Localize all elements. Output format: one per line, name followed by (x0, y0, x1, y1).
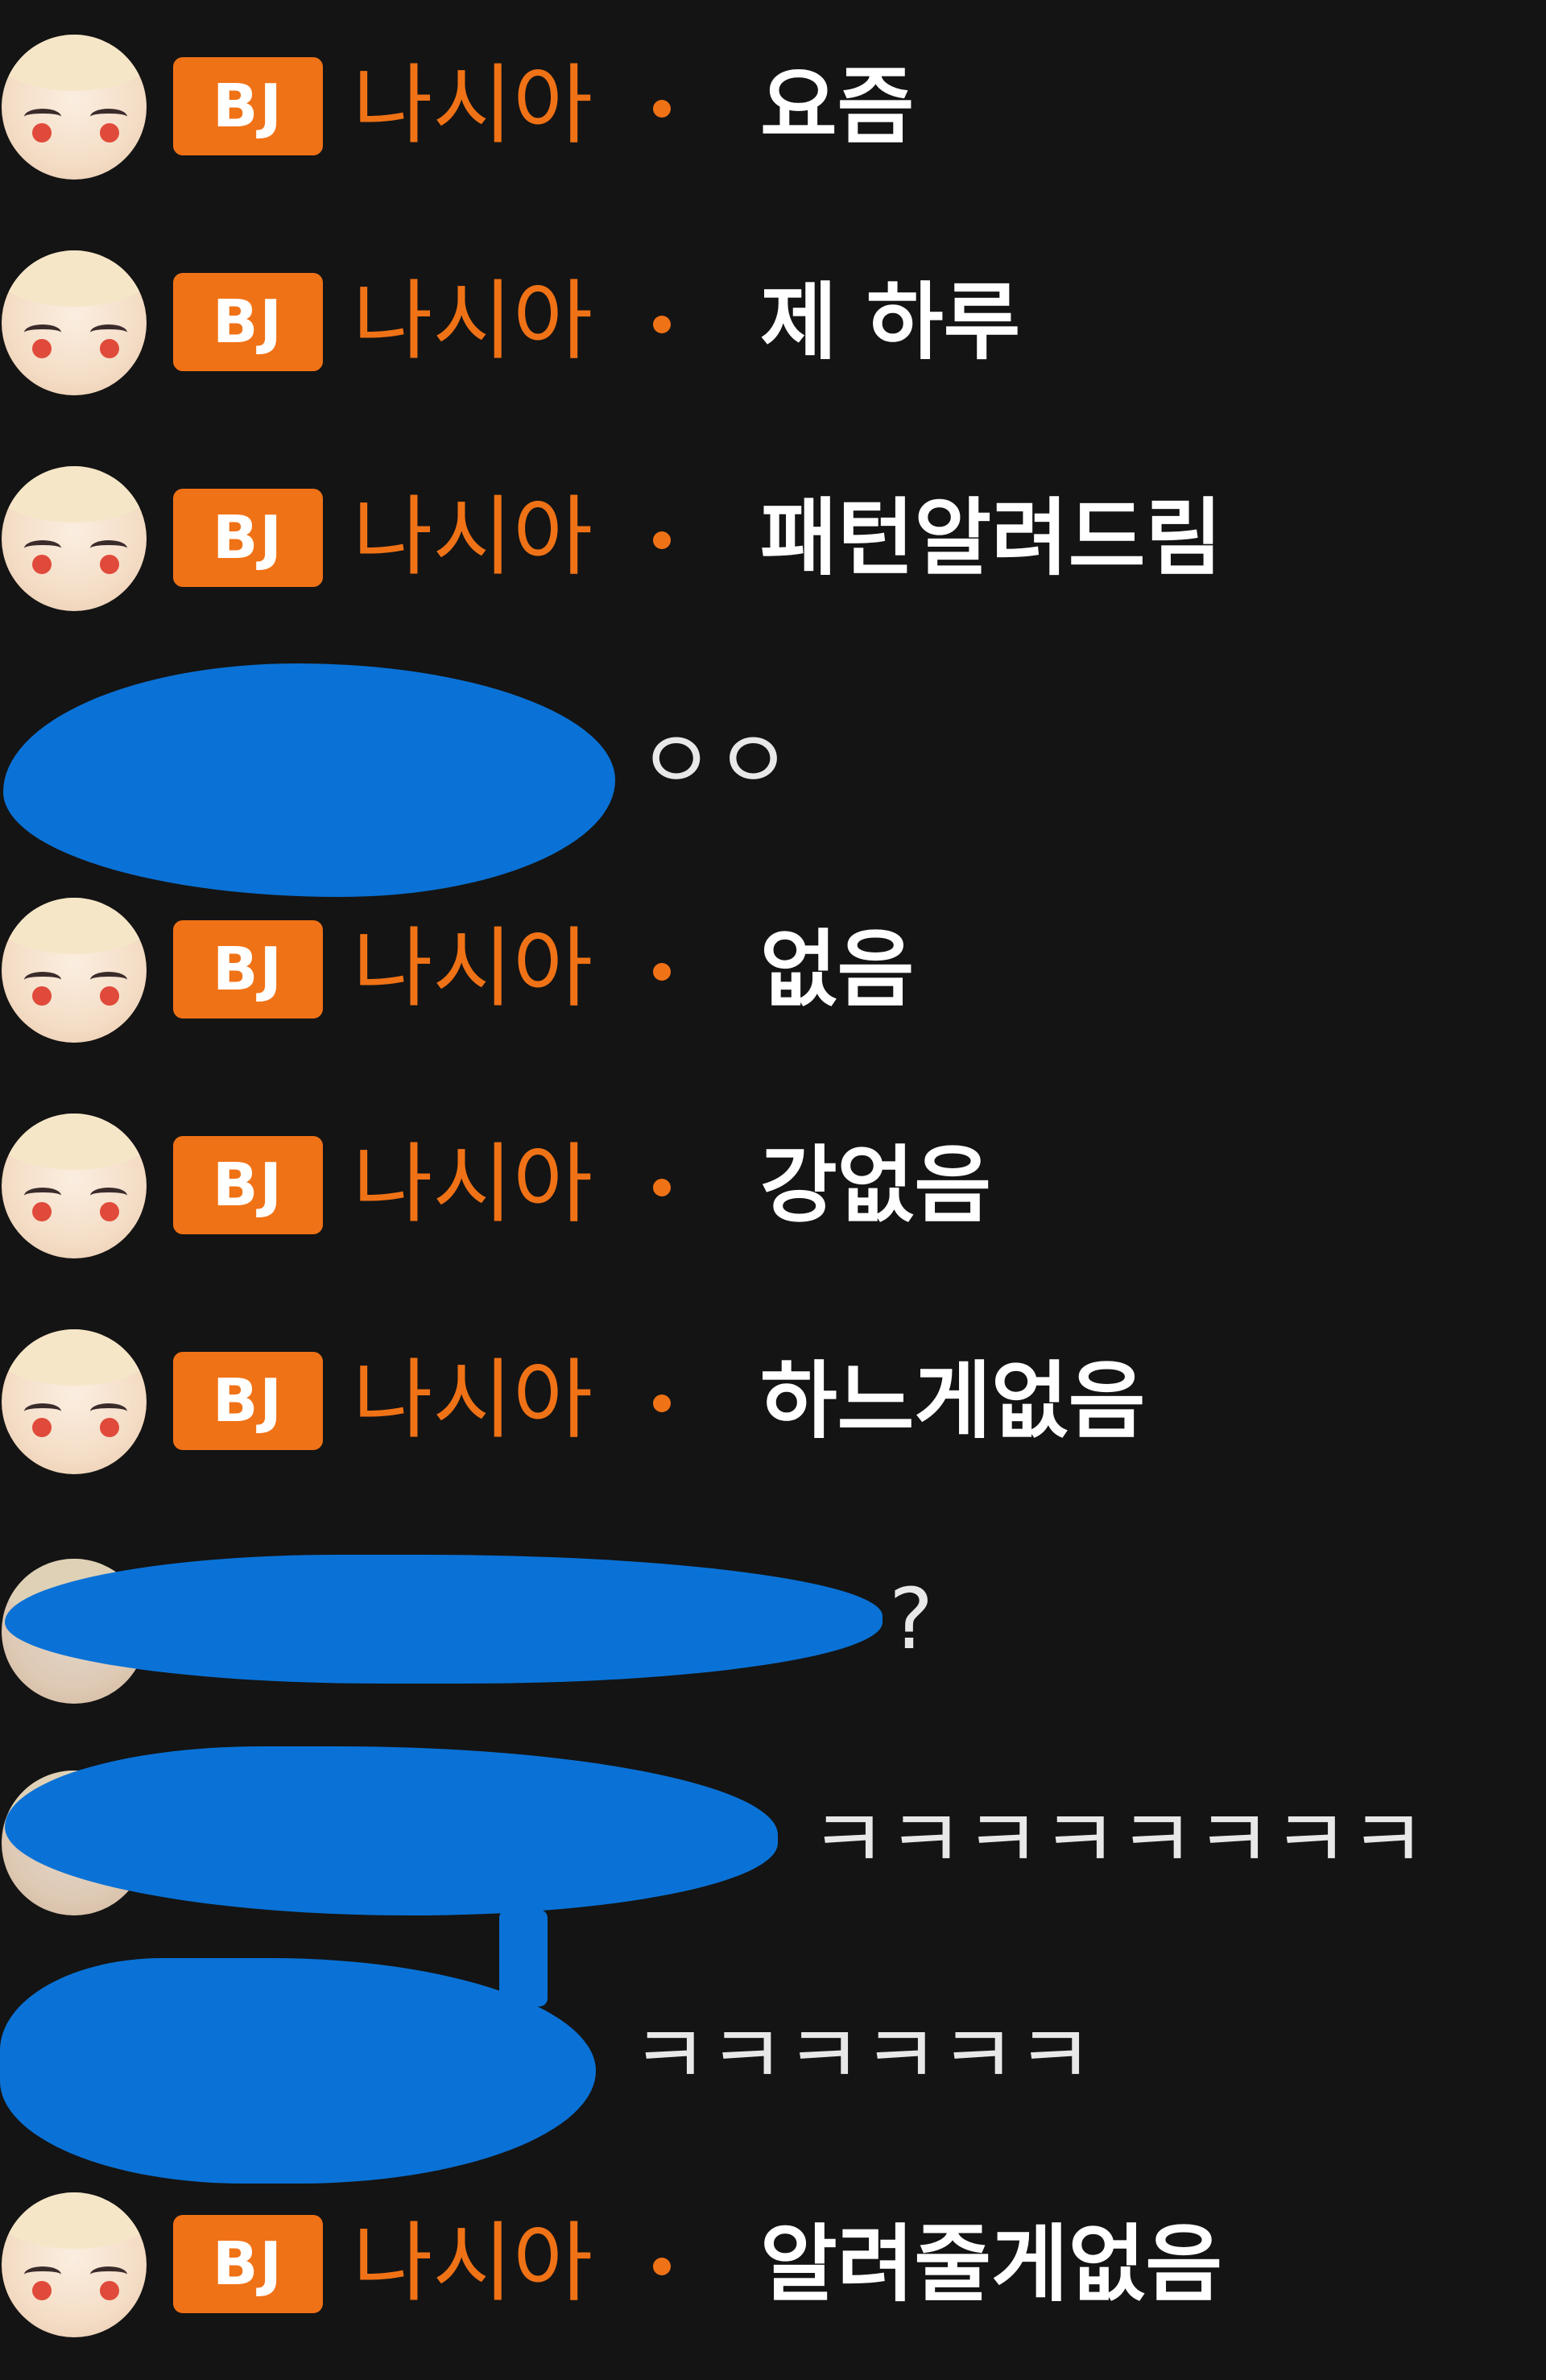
message-text: ㅋㅋㅋㅋㅋㅋ (631, 2006, 1094, 2105)
chat-list: BJ 나시아 요즘 BJ 나시아 제 하루 BJ 나시아 패턴알려드림 ㅇㅇ B… (0, 0, 1546, 2380)
streamer-avatar[interactable] (2, 898, 147, 1043)
bj-badge: BJ (173, 489, 323, 587)
chat-message: BJ 나시아 하느게없음 (0, 1295, 1546, 1488)
message-text: 제 하루 (760, 273, 1021, 371)
separator-dot (653, 2258, 671, 2275)
redaction-mark (499, 1910, 548, 2006)
chat-message: ㅋㅋㅋㅋㅋㅋㅋㅋ (0, 1726, 1546, 1919)
chat-message: BJ 나시아 패턴알려드림 (0, 432, 1546, 625)
streamer-nickname[interactable]: 나시아 (353, 46, 593, 167)
message-text: 없음 (760, 920, 915, 1019)
separator-dot (653, 100, 671, 118)
chat-message: ㅋㅋㅋㅋㅋㅋ (0, 1910, 1546, 2184)
streamer-nickname[interactable]: 나시아 (353, 1125, 593, 1246)
streamer-nickname[interactable]: 나시아 (353, 477, 593, 598)
streamer-avatar[interactable] (2, 2192, 147, 2337)
streamer-avatar[interactable] (2, 35, 147, 180)
separator-dot (653, 1395, 671, 1412)
message-text: 알려줄게없음 (760, 2215, 1223, 2313)
message-text: 요즘 (760, 57, 915, 155)
bj-badge: BJ (173, 1136, 323, 1234)
bj-badge: BJ (173, 920, 323, 1019)
message-text: 강없음 (760, 1136, 992, 1234)
bj-badge: BJ (173, 2215, 323, 2313)
streamer-avatar[interactable] (2, 1114, 147, 1258)
streamer-avatar[interactable] (2, 1329, 147, 1474)
separator-dot (653, 1179, 671, 1196)
chat-message: ㅇㅇ (0, 647, 1546, 897)
separator-dot (653, 316, 671, 333)
separator-dot (653, 531, 671, 549)
streamer-nickname[interactable]: 나시아 (353, 262, 593, 382)
streamer-nickname[interactable]: 나시아 (353, 1341, 593, 1461)
bj-badge: BJ (173, 273, 323, 371)
streamer-nickname[interactable]: 나시아 (353, 909, 593, 1030)
streamer-nickname[interactable]: 나시아 (353, 2204, 593, 2324)
message-text: ㅇㅇ (638, 712, 792, 810)
chat-message: BJ 나시아 강없음 (0, 1079, 1546, 1272)
streamer-avatar[interactable] (2, 250, 147, 395)
chat-message: ? (0, 1510, 1546, 1704)
redaction-mark (5, 1555, 883, 1684)
message-text: 하느게없음 (760, 1352, 1146, 1450)
chat-message: BJ 나시아 제 하루 (0, 216, 1546, 409)
chat-message: BJ 나시아 요즘 (0, 0, 1546, 193)
message-text: ? (889, 1570, 934, 1668)
bj-badge: BJ (173, 1352, 323, 1450)
bj-badge: BJ (173, 57, 323, 155)
chat-message: BJ 나시아 없음 (0, 863, 1546, 1056)
message-text: ㅋㅋㅋㅋㅋㅋㅋㅋ (810, 1791, 1427, 1889)
message-text: 패턴알려드림 (760, 489, 1223, 587)
separator-dot (653, 963, 671, 981)
redaction-mark (3, 663, 615, 897)
streamer-avatar[interactable] (2, 466, 147, 611)
chat-message: BJ 나시아 알려줄게없음 (0, 2158, 1546, 2351)
